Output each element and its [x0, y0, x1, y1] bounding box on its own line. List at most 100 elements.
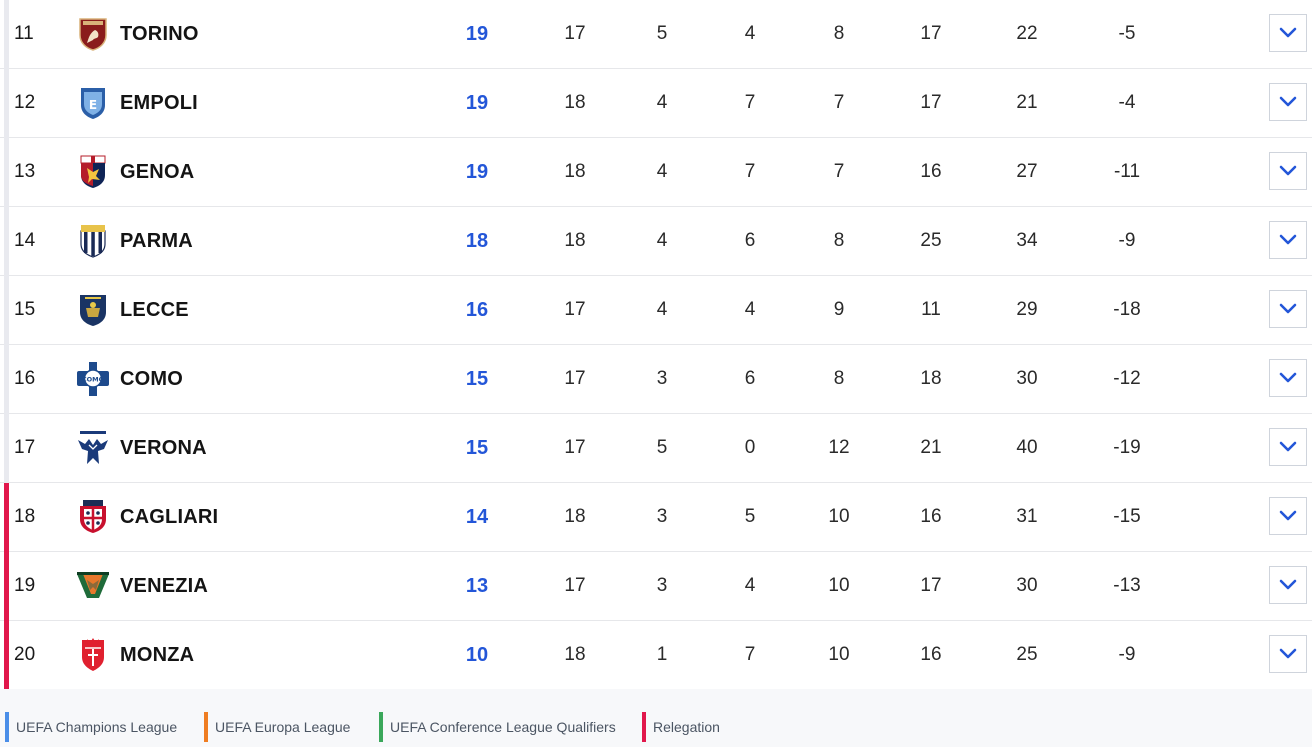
goal-difference: -15: [1113, 506, 1141, 527]
goals-for: 21: [920, 437, 942, 458]
legend-champions-league: UEFA Champions League: [5, 712, 177, 742]
team-name[interactable]: VERONA: [120, 414, 207, 482]
matches-lost: 10: [828, 506, 850, 527]
goal-difference: -13: [1113, 575, 1141, 596]
matches-won: 3: [656, 575, 668, 596]
torino-crest-icon: [76, 16, 110, 52]
chevron-down-icon: [1279, 372, 1297, 383]
verona-crest-icon: [76, 430, 110, 466]
zone-indicator: [4, 0, 9, 69]
matches-drawn: 4: [744, 23, 756, 44]
matches-lost: 8: [833, 230, 845, 251]
matches-drawn: 4: [744, 299, 756, 320]
expand-row-button[interactable]: [1269, 635, 1307, 673]
expand-row-button[interactable]: [1269, 290, 1307, 328]
expand-row-button[interactable]: [1269, 566, 1307, 604]
position: 11: [14, 23, 34, 44]
expand-row-button[interactable]: [1269, 221, 1307, 259]
como-crest-icon: COMO: [76, 361, 110, 397]
champions-league-marker: [5, 712, 9, 742]
goals-for: 16: [920, 644, 942, 665]
matches-lost: 8: [833, 23, 845, 44]
goals-against: 31: [1016, 506, 1038, 527]
svg-text:COMO: COMO: [82, 376, 105, 384]
expand-row-button[interactable]: [1269, 14, 1307, 52]
matches-played: 18: [564, 230, 586, 251]
matches-drawn: 6: [744, 230, 756, 251]
chevron-down-icon: [1279, 648, 1297, 659]
matches-lost: 8: [833, 368, 845, 389]
matches-lost: 10: [828, 644, 850, 665]
table-row: 12 E EMPOLI 19 18 4 7 7 17 21 -4: [0, 69, 1312, 138]
position: 17: [14, 437, 36, 458]
matches-lost: 12: [828, 437, 850, 458]
position: 18: [14, 506, 36, 527]
matches-played: 17: [564, 437, 586, 458]
expand-row-button[interactable]: [1269, 359, 1307, 397]
team-name[interactable]: EMPOLI: [120, 69, 198, 137]
points: 19: [465, 92, 489, 114]
table-row: 16 COMO COMO 15 17 3 6 8 18 30 -12: [0, 345, 1312, 414]
expand-row-button[interactable]: [1269, 497, 1307, 535]
expand-row-button[interactable]: [1269, 83, 1307, 121]
goals-for: 11: [921, 299, 941, 320]
lecce-crest-icon: [76, 292, 110, 328]
position: 15: [14, 299, 36, 320]
goal-difference: -19: [1113, 437, 1141, 458]
team-name[interactable]: COMO: [120, 345, 183, 413]
zone-indicator: [4, 552, 9, 621]
matches-won: 3: [656, 506, 668, 527]
goals-for: 18: [920, 368, 942, 389]
team-name[interactable]: CAGLIARI: [120, 483, 218, 551]
chevron-down-icon: [1279, 441, 1297, 452]
matches-lost: 7: [833, 161, 845, 182]
goals-against: 27: [1016, 161, 1038, 182]
position: 14: [14, 230, 36, 251]
goal-difference: -12: [1113, 368, 1141, 389]
matches-played: 18: [564, 92, 586, 113]
goal-difference: -5: [1118, 23, 1136, 44]
table-row: 13 GENOA 19 18 4 7 7 16 27 -11: [0, 138, 1312, 207]
expand-row-button[interactable]: [1269, 428, 1307, 466]
goal-difference: -4: [1118, 92, 1136, 113]
table-row: 17 VERONA 15 17 5 0 12 21 40 -19: [0, 414, 1312, 483]
goals-for: 17: [920, 92, 942, 113]
legend-relegation: Relegation: [642, 712, 720, 742]
parma-crest-icon: [76, 223, 110, 259]
team-name[interactable]: GENOA: [120, 138, 194, 206]
goals-against: 34: [1016, 230, 1038, 251]
matches-drawn: 7: [744, 92, 756, 113]
expand-row-button[interactable]: [1269, 152, 1307, 190]
goal-difference: -9: [1118, 644, 1136, 665]
team-name[interactable]: PARMA: [120, 207, 193, 275]
matches-drawn: 5: [744, 506, 756, 527]
points: 14: [465, 506, 489, 528]
position: 12: [14, 92, 36, 113]
points: 19: [465, 23, 489, 45]
matches-won: 1: [656, 644, 668, 665]
goals-for: 17: [920, 23, 942, 44]
goals-for: 17: [920, 575, 942, 596]
venezia-crest-icon: [76, 568, 110, 604]
matches-played: 17: [564, 23, 586, 44]
position: 20: [14, 644, 36, 665]
team-name[interactable]: MONZA: [120, 621, 194, 689]
matches-played: 17: [564, 368, 586, 389]
team-name[interactable]: TORINO: [120, 0, 199, 68]
position: 13: [14, 161, 36, 182]
chevron-down-icon: [1279, 96, 1297, 107]
relegation-marker: [642, 712, 646, 742]
team-name[interactable]: LECCE: [120, 276, 189, 344]
goals-against: 25: [1016, 644, 1038, 665]
goal-difference: -9: [1118, 230, 1136, 251]
chevron-down-icon: [1279, 510, 1297, 521]
team-name[interactable]: VENEZIA: [120, 552, 208, 620]
standings-table: 11 TORINO 19 17 5 4 8 17 22 -5 12 E EMPOLI 19 18 4 7 7 17 2…: [0, 0, 1312, 690]
goals-against: 40: [1016, 437, 1038, 458]
europa-league-marker: [204, 712, 208, 742]
matches-drawn: 7: [744, 161, 756, 182]
goals-against: 29: [1016, 299, 1038, 320]
chevron-down-icon: [1279, 27, 1297, 38]
matches-won: 4: [656, 92, 668, 113]
position: 16: [14, 368, 36, 389]
